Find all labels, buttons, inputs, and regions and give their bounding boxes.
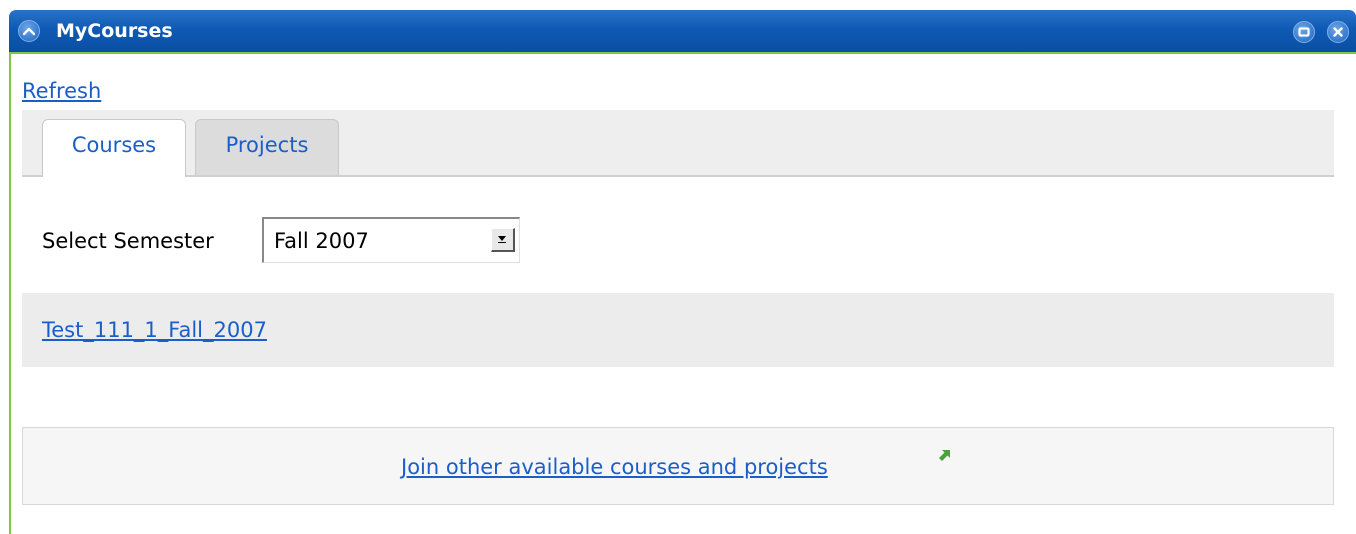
maximize-icon[interactable] xyxy=(1293,21,1315,43)
dropdown-arrow-icon[interactable] xyxy=(491,228,515,252)
join-courses-box: Join other available courses and project… xyxy=(22,427,1334,505)
tab-courses[interactable]: Courses xyxy=(42,119,186,177)
course-list-item: Test_111_1_Fall_2007 xyxy=(22,293,1334,367)
chevron-up-icon[interactable] xyxy=(18,20,40,42)
join-courses-link[interactable]: Join other available courses and project… xyxy=(401,454,828,480)
tab-strip: Courses Projects xyxy=(22,110,1334,177)
course-link[interactable]: Test_111_1_Fall_2007 xyxy=(42,317,267,343)
portlet-titlebar: MyCourses xyxy=(9,10,1356,52)
refresh-link[interactable]: Refresh xyxy=(22,78,101,104)
tab-projects[interactable]: Projects xyxy=(195,119,339,175)
external-link-icon xyxy=(937,448,951,467)
semester-label: Select Semester xyxy=(42,229,214,253)
close-icon[interactable] xyxy=(1327,21,1349,43)
semester-select[interactable]: Fall 2007 xyxy=(262,217,520,263)
portlet-title: MyCourses xyxy=(56,20,173,42)
semester-selected-value: Fall 2007 xyxy=(274,229,369,253)
